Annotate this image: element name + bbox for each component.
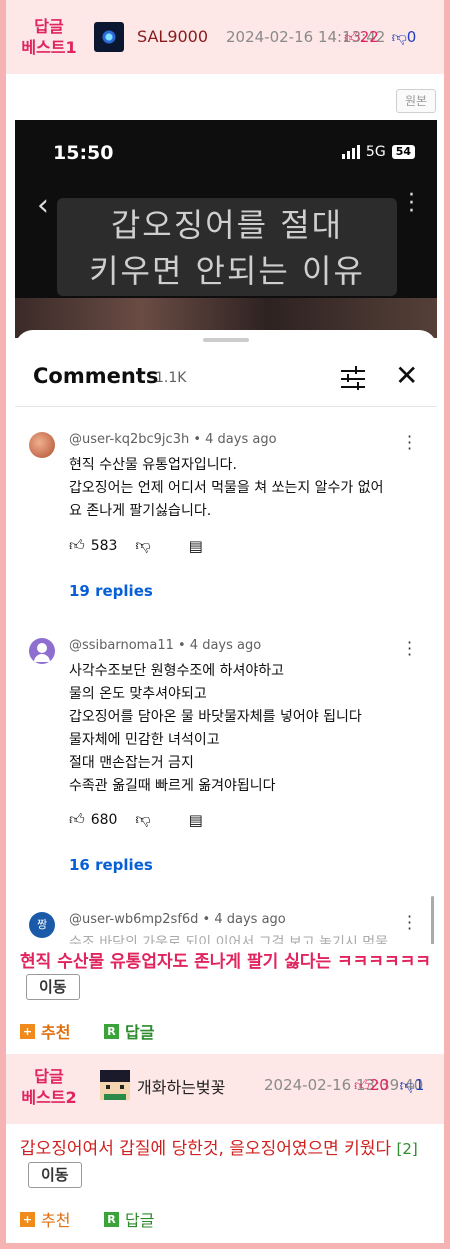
- reply-icon: ▤: [188, 536, 203, 555]
- comments-count: 1.1K: [155, 370, 187, 386]
- like-icon: 👍︎: [69, 536, 85, 554]
- comment-handle: @user-kq2bc9jc3h • 4 days ago: [69, 432, 277, 447]
- comments-title: Comments: [33, 364, 159, 388]
- badge-line: 베스트2: [21, 1088, 77, 1107]
- badge-line: 답글: [34, 1067, 64, 1086]
- comment-line: 수족관 옮길때 빠르게 옮겨야됩니다: [69, 778, 276, 794]
- badge-line: 베스트1: [21, 38, 77, 57]
- sheet-grabber: [203, 338, 249, 342]
- comment-actions: 👍︎ 583 👎︎ ▤: [69, 536, 203, 555]
- comments-sheet: Comments 1.1K ✕ @user-kq2bc9jc3h • 4 day…: [15, 330, 437, 944]
- thumbs-down-icon[interactable]: 👎︎: [392, 28, 407, 46]
- author-nick[interactable]: 개화하는벚꽃: [137, 1074, 225, 1098]
- downvote-count: 0: [406, 28, 417, 46]
- avatar[interactable]: [94, 22, 124, 52]
- filter-icon: [341, 366, 365, 390]
- comment-avatar: 짱: [29, 912, 55, 938]
- dislike-icon: 👎︎: [135, 536, 151, 554]
- caption-line: 키우면 안되는 이유: [89, 252, 365, 290]
- more-vert-icon: · · ·: [408, 183, 415, 224]
- thumbs-down-icon[interactable]: 👎︎: [400, 1076, 415, 1094]
- scrollbar: [431, 896, 434, 944]
- like-icon: 👍︎: [69, 810, 85, 828]
- comment-line: 갑오징어는 언제 어디서 먹물을 쳐 쏘는지 알수가 없어: [69, 480, 384, 496]
- vote-counts: 👍︎22 👎︎0: [344, 28, 416, 47]
- comment-avatar: [29, 638, 55, 664]
- network-label: 5G: [365, 144, 386, 160]
- best-badge: 답글 베스트2: [14, 1066, 84, 1108]
- comment-handle: @ssibarnoma11 • 4 days ago: [69, 638, 262, 653]
- recommend-label: 추천: [41, 1211, 71, 1230]
- upvote-count: 22: [359, 28, 379, 46]
- comment-line: 사각수조보단 원형수조에 하셔야하고: [69, 663, 284, 679]
- comment-avatar: [29, 432, 55, 458]
- thumbs-up-icon[interactable]: 👍︎: [344, 28, 360, 46]
- comment-handle: @user-wb6mp2sf6d • 4 days ago: [69, 912, 286, 927]
- recommend-button[interactable]: + 추천: [20, 1019, 70, 1043]
- reply-button[interactable]: R 답글: [104, 1019, 154, 1043]
- status-bar-right: 5G 54: [341, 144, 415, 160]
- reply-icon: R: [104, 1211, 119, 1227]
- upvote-count: 20: [369, 1076, 389, 1094]
- embedded-screenshot: 15:50 5G 54 ‹ · · · 갑오징어를 절대 키우면 안되는 이유 Co…: [15, 120, 437, 944]
- reply-label: 답글: [125, 1211, 155, 1230]
- back-icon: ‹: [37, 188, 49, 223]
- comment-count: [2]: [396, 1140, 418, 1158]
- more-vert-icon: · · ·: [407, 633, 413, 664]
- comment-text: 현직 수산물 유통업자입니다. 갑오징어는 언제 어디서 먹물을 쳐 쏘는지 알…: [69, 454, 409, 523]
- comment-text: 사각수조보단 원형수조에 하셔야하고 물의 온도 맞추셔야되고 갑오징어를 담아…: [69, 660, 409, 798]
- comment-actions: 👍︎ 680 👎︎ ▤: [69, 810, 203, 829]
- reply-icon: R: [104, 1023, 119, 1039]
- plus-icon: +: [20, 1023, 35, 1039]
- comment-line: 절대 맨손잡는거 금지: [69, 755, 194, 771]
- badge-line: 답글: [34, 17, 64, 36]
- comment-line: 요 존나게 팔기싫습니다.: [69, 503, 212, 519]
- caption-line: 갑오징어를 절대: [110, 206, 344, 244]
- replies-link: 16 replies: [69, 856, 153, 874]
- best-badge: 답글 베스트1: [14, 16, 84, 58]
- reply-icon: ▤: [188, 810, 203, 829]
- video-area: 15:50 5G 54 ‹ · · · 갑오징어를 절대 키우면 안되는 이유: [15, 120, 437, 338]
- reply-label: 답글: [125, 1023, 155, 1042]
- replies-link: 19 replies: [69, 582, 153, 600]
- comment-text-partial: 수조 바닥의 가운로 되이 이어서 그걸 보고 놓기시 먹물: [69, 935, 388, 944]
- more-vert-icon: · · ·: [407, 907, 413, 938]
- close-icon: ✕: [395, 359, 419, 392]
- battery-icon: 54: [391, 145, 415, 159]
- comment-line: 물의 온도 맞추셔야되고: [69, 686, 207, 702]
- post-text-content: 현직 수산물 유통업자도 존나게 팔기 싫다는 ㅋㅋㅋㅋㅋㅋ: [20, 952, 431, 972]
- original-button[interactable]: 원본: [396, 89, 436, 113]
- reply-button[interactable]: R 답글: [104, 1207, 154, 1231]
- post-text: 갑오징어여서 갑질에 당한것, 을오징어였으면 키웠다 [2] 이동: [20, 1136, 440, 1188]
- vote-counts: 👍︎20 👎︎1: [354, 1076, 424, 1095]
- author-nick[interactable]: SAL9000: [137, 27, 208, 46]
- more-vert-icon: · · ·: [407, 427, 413, 458]
- dislike-icon: 👎︎: [135, 810, 151, 828]
- divider: [15, 406, 437, 407]
- video-caption: 갑오징어를 절대 키우면 안되는 이유: [57, 198, 397, 296]
- status-time: 15:50: [53, 142, 114, 164]
- post-text-content: 갑오징어여서 갑질에 당한것, 을오징어였으면 키웠다: [20, 1139, 392, 1159]
- move-button[interactable]: 이동: [26, 974, 80, 1000]
- post-text: 현직 수산물 유통업자도 존나게 팔기 싫다는 ㅋㅋㅋㅋㅋㅋ 이동: [20, 950, 432, 1000]
- comment-line: 갑오징어를 담아온 물 바닷물자체를 넣어야 됩니다: [69, 709, 362, 725]
- plus-icon: +: [20, 1211, 35, 1227]
- like-count: 583: [90, 537, 118, 554]
- avatar[interactable]: [100, 1070, 130, 1100]
- recommend-button[interactable]: + 추천: [20, 1207, 70, 1231]
- move-button[interactable]: 이동: [28, 1162, 82, 1188]
- recommend-label: 추천: [41, 1023, 71, 1042]
- comment-line: 물자체에 민감한 녀석이고: [69, 732, 220, 748]
- signal-icon: [341, 145, 360, 159]
- comment-line: 현직 수산물 유통업자입니다.: [69, 457, 237, 473]
- thumbs-up-icon[interactable]: 👍︎: [354, 1076, 370, 1094]
- downvote-count: 1: [414, 1076, 425, 1094]
- like-count: 680: [90, 811, 118, 828]
